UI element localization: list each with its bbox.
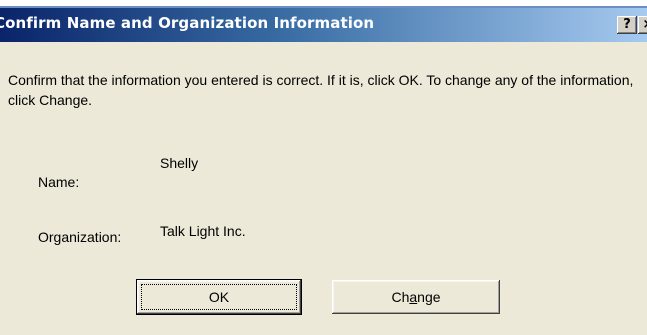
ok-button-label: OK (208, 289, 230, 305)
titlebar[interactable]: Confirm Name and Organization Informatio… (0, 8, 647, 42)
change-label-suffix: nge (417, 289, 441, 305)
change-label-mnemonic: a (409, 289, 418, 305)
confirm-dialog: Confirm Name and Organization Informatio… (0, 8, 647, 335)
help-button[interactable]: ? (617, 16, 637, 34)
name-value: Shelly (160, 155, 199, 171)
ok-button[interactable]: OK (136, 279, 302, 315)
organization-label: Organization: (38, 229, 122, 245)
instruction-text: Confirm that the information you entered… (8, 72, 634, 108)
dialog-title: Confirm Name and Organization Informatio… (0, 14, 375, 32)
change-button[interactable]: Change (332, 280, 500, 314)
name-label: Name: (38, 174, 80, 190)
close-button[interactable]: × (638, 16, 647, 34)
background-strip (0, 0, 647, 8)
organization-value: Talk Light Inc. (160, 223, 246, 239)
change-label-prefix: Ch (391, 289, 410, 305)
